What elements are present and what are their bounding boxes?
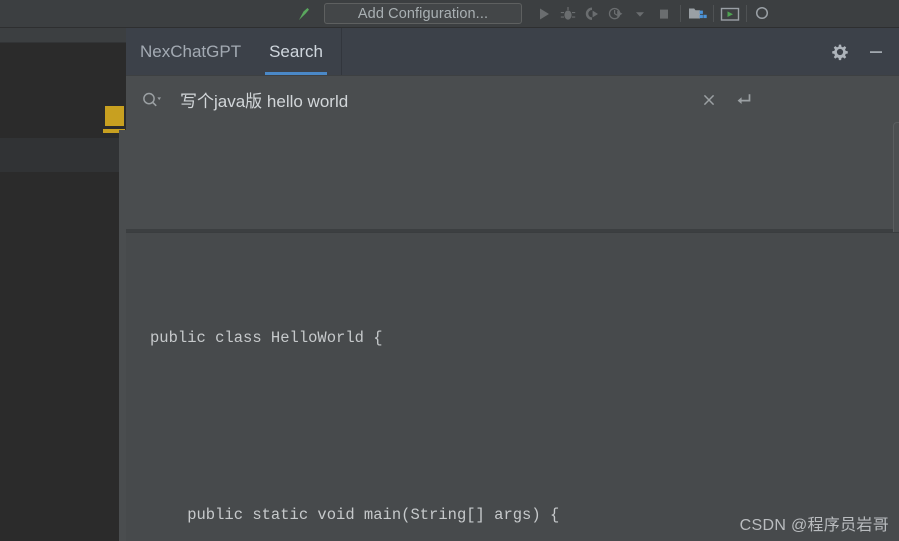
tool-window-tabs: NexChatGPT Search bbox=[126, 28, 337, 75]
toolbar-divider-3 bbox=[746, 5, 747, 22]
tool-window-header: NexChatGPT Search bbox=[126, 28, 899, 75]
tab-nexchatgpt-label: NexChatGPT bbox=[140, 41, 242, 61]
code-line: public class HelloWorld { bbox=[150, 329, 383, 347]
tool-window-actions bbox=[829, 28, 899, 75]
editor-tab-strip bbox=[0, 28, 126, 43]
editor-scrollbar[interactable] bbox=[119, 130, 126, 541]
csdn-watermark: CSDN @程序员岩哥 bbox=[739, 517, 889, 534]
search-dropdown-icon[interactable] bbox=[132, 80, 172, 120]
search-input-row[interactable]: 写个java版 hello world bbox=[126, 76, 767, 123]
project-structure-icon[interactable] bbox=[685, 2, 709, 26]
header-spacer bbox=[342, 28, 829, 75]
search-input-actions bbox=[699, 90, 767, 110]
debug-icon[interactable] bbox=[556, 2, 580, 26]
run-anything-icon[interactable] bbox=[718, 2, 742, 26]
tab-search-label: Search bbox=[269, 41, 323, 61]
toolbar-divider-1 bbox=[680, 5, 681, 22]
run-with-coverage-icon[interactable] bbox=[580, 2, 604, 26]
tab-search[interactable]: Search bbox=[255, 28, 337, 75]
add-configuration-label: Add Configuration... bbox=[357, 5, 489, 22]
minimize-icon[interactable] bbox=[865, 41, 887, 63]
makeup-arrow-icon[interactable] bbox=[292, 2, 316, 26]
code-block: public class HelloWorld { public static … bbox=[150, 265, 559, 541]
warning-marker-icon bbox=[105, 106, 124, 126]
clear-x-icon[interactable] bbox=[699, 90, 719, 110]
tab-nexchatgpt[interactable]: NexChatGPT bbox=[126, 28, 255, 75]
chevron-down-icon[interactable] bbox=[628, 2, 652, 26]
settings-gear-icon[interactable] bbox=[829, 41, 851, 63]
search-everywhere-icon[interactable] bbox=[751, 2, 775, 26]
search-input[interactable]: 写个java版 hello world bbox=[172, 87, 699, 112]
run-icon[interactable] bbox=[532, 2, 556, 26]
editor-highlight-band bbox=[0, 138, 126, 172]
profile-icon[interactable] bbox=[604, 2, 628, 26]
search-input-container[interactable]: 写个java版 hello world bbox=[126, 76, 767, 230]
enter-return-icon[interactable] bbox=[733, 90, 753, 110]
toolbar-divider-2 bbox=[713, 5, 714, 22]
code-line: public static void main(String[] args) { bbox=[150, 506, 560, 524]
editor-background-column bbox=[0, 28, 126, 541]
query-area: 写个java版 hello world bbox=[126, 75, 899, 274]
ide-main-toolbar: Add Configuration... bbox=[0, 0, 899, 28]
stop-icon[interactable] bbox=[652, 2, 676, 26]
ide-window: Add Configuration... NexChatGPT Search 写… bbox=[0, 0, 899, 541]
nexchatgpt-tool-window: NexChatGPT Search 写个java版 hello world pu… bbox=[126, 28, 899, 541]
result-area: public class HelloWorld { public static … bbox=[126, 232, 899, 541]
add-configuration-button[interactable]: Add Configuration... bbox=[324, 3, 522, 24]
